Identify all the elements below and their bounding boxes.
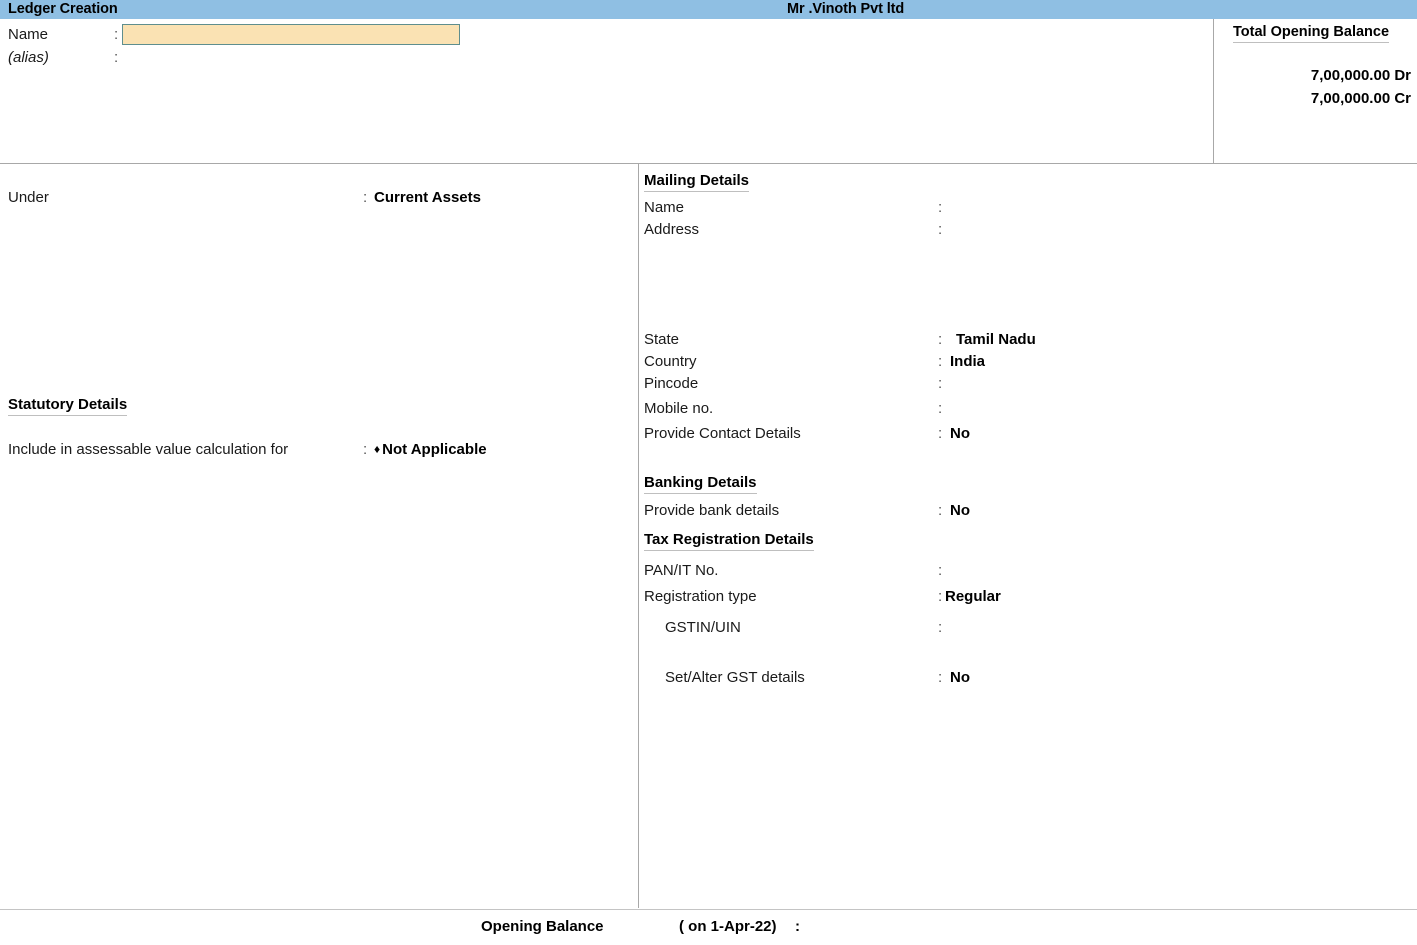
alias-label: (alias) xyxy=(8,49,49,66)
gstin-uin-label: GSTIN/UIN xyxy=(665,619,741,636)
name-label: Name xyxy=(8,26,49,43)
footer-bar: Opening Balance ( on 1-Apr-22) : xyxy=(0,910,1417,945)
pan-it-no-label: PAN/IT No. xyxy=(644,562,719,579)
set-alter-gst-details-colon: : xyxy=(938,669,943,686)
opening-balance-colon: : xyxy=(795,918,800,935)
total-opening-balance-debit: 7,00,000.00 Dr xyxy=(1310,67,1411,84)
set-alter-gst-details-value[interactable]: No xyxy=(950,669,970,686)
diamond-marker-icon: ♦ xyxy=(374,442,381,456)
banking-details-heading: Banking Details xyxy=(644,474,757,494)
mailing-state-label: State xyxy=(644,331,680,348)
mailing-state-colon: : xyxy=(938,331,943,348)
title-bar: Ledger Creation Mr .Vinoth Pvt ltd xyxy=(0,0,1417,19)
provide-bank-details-label: Provide bank details xyxy=(644,502,780,519)
assessable-value-label: Include in assessable value calculation … xyxy=(8,441,289,458)
mailing-pincode-colon: : xyxy=(938,375,943,392)
opening-balance-label: Opening Balance xyxy=(481,918,604,935)
alias-colon: : xyxy=(114,49,119,66)
mailing-pincode-label: Pincode xyxy=(644,375,699,392)
mailing-name-colon: : xyxy=(938,199,943,216)
assessable-value-colon: : xyxy=(363,441,368,458)
provide-bank-details-value[interactable]: No xyxy=(950,502,970,519)
total-opening-balance-box: Total Opening Balance 7,00,000.00 Dr 7,0… xyxy=(1213,19,1417,163)
name-colon: : xyxy=(114,26,119,43)
mailing-name-label: Name xyxy=(644,199,685,216)
provide-bank-details-colon: : xyxy=(938,502,943,519)
mailing-state-value[interactable]: Tamil Nadu xyxy=(956,331,1036,348)
mailing-country-label: Country xyxy=(644,353,697,370)
provide-contact-details-value[interactable]: No xyxy=(950,425,970,442)
mailing-details-heading: Mailing Details xyxy=(644,172,750,192)
identification-panel: Name : (alias) : xyxy=(0,19,1417,163)
under-value[interactable]: Current Assets xyxy=(374,189,481,206)
mailing-address-colon: : xyxy=(938,221,943,238)
registration-type-value[interactable]: Regular xyxy=(945,588,1001,605)
registration-type-colon: : xyxy=(938,588,943,605)
mailing-mobile-colon: : xyxy=(938,400,943,417)
right-panel: Mailing Details Name : Address : State :… xyxy=(639,164,1417,908)
ledger-name-input[interactable] xyxy=(122,24,460,45)
company-name-title: Mr .Vinoth Pvt ltd xyxy=(787,1,905,17)
mailing-address-label: Address xyxy=(644,221,700,238)
left-panel: Under : Current Assets Statutory Details… xyxy=(0,164,638,908)
page-title: Ledger Creation xyxy=(8,1,118,17)
statutory-details-heading: Statutory Details xyxy=(8,396,128,416)
provide-contact-details-colon: : xyxy=(938,425,943,442)
assessable-value-field[interactable]: ♦ Not Applicable xyxy=(374,441,487,458)
mailing-mobile-label: Mobile no. xyxy=(644,400,714,417)
tax-registration-details-heading: Tax Registration Details xyxy=(644,531,814,551)
mailing-country-value[interactable]: India xyxy=(950,353,985,370)
pan-it-no-colon: : xyxy=(938,562,943,579)
total-opening-balance-heading: Total Opening Balance xyxy=(1233,24,1390,43)
opening-balance-as-on: ( on 1-Apr-22) xyxy=(679,918,777,935)
under-colon: : xyxy=(363,189,368,206)
assessable-value-text: Not Applicable xyxy=(382,441,487,458)
mailing-country-colon: : xyxy=(938,353,943,370)
under-label: Under xyxy=(8,189,49,206)
gstin-uin-colon: : xyxy=(938,619,943,636)
total-opening-balance-credit: 7,00,000.00 Cr xyxy=(1310,90,1411,107)
set-alter-gst-details-label: Set/Alter GST details xyxy=(665,669,805,686)
provide-contact-details-label: Provide Contact Details xyxy=(644,425,801,442)
registration-type-label: Registration type xyxy=(644,588,757,605)
